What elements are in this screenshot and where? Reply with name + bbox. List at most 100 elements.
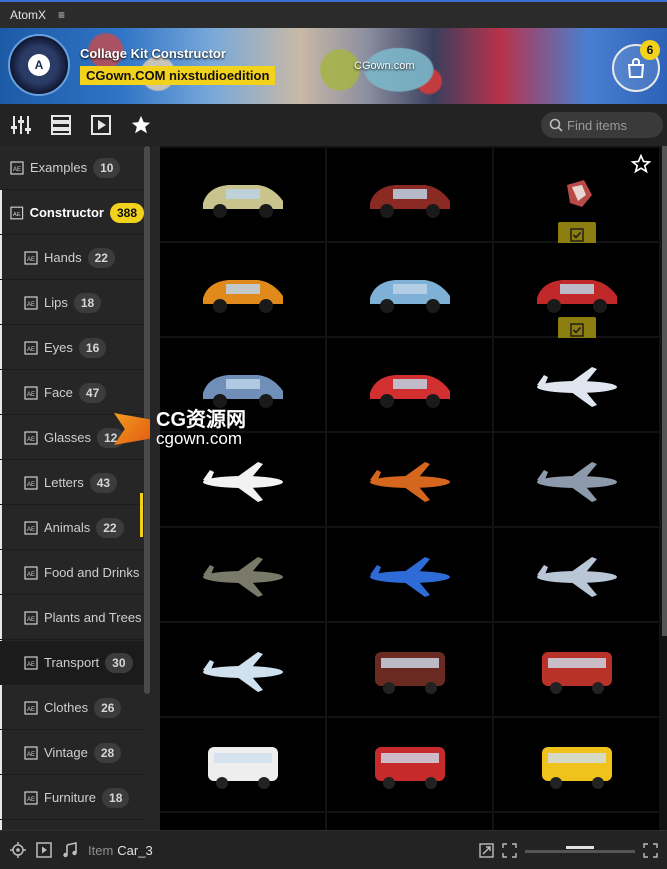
grid-item[interactable] [160, 813, 325, 830]
title-bar: AtomX ≡ [0, 0, 667, 28]
preview-play-icon[interactable] [36, 842, 52, 858]
svg-text:AE: AE [27, 617, 35, 623]
sidebar-scrollbar[interactable] [144, 146, 150, 694]
sidebar-item[interactable]: AE Glasses 12 [0, 416, 144, 460]
small-car-icon [369, 374, 450, 408]
propeller-plane-icon [202, 556, 283, 597]
sidebar-item-label: Clothes [44, 700, 89, 715]
grid-item[interactable] [494, 528, 659, 621]
svg-text:AE: AE [27, 797, 35, 803]
status-bar: Item Car_3 [0, 830, 667, 869]
small-plane-icon [202, 651, 283, 692]
airliner-icon [202, 461, 283, 502]
fullscreen-icon[interactable] [643, 843, 658, 858]
list-icon[interactable] [48, 112, 74, 138]
target-icon[interactable] [10, 842, 26, 858]
grid-item[interactable] [494, 813, 659, 830]
sedan-icon [202, 374, 283, 408]
grid-item[interactable] [494, 243, 659, 343]
grid-item[interactable] [160, 338, 325, 431]
svg-text:AE: AE [27, 257, 35, 263]
biplane-icon [369, 461, 450, 502]
fit-frame-icon[interactable] [502, 843, 517, 858]
expand-icon[interactable] [479, 843, 494, 858]
ae-file-icon: AE [24, 655, 38, 670]
sidebar-item-label: Lips [44, 295, 68, 310]
grid-item[interactable] [327, 623, 492, 716]
atomx-logo[interactable]: A [8, 34, 70, 96]
app-name: AtomX [10, 8, 47, 22]
grid-item[interactable] [327, 528, 492, 621]
sidebar-item-label: Examples [30, 160, 88, 175]
grid-item[interactable] [327, 718, 492, 811]
sidebar-item[interactable]: AE Lips 18 [0, 281, 144, 325]
sidebar-item[interactable]: AE Examples 10 [0, 146, 144, 190]
item-count-badge: 26 [94, 697, 122, 718]
svg-text:AE: AE [27, 527, 35, 533]
shopping-bag-icon [627, 58, 645, 78]
grid-item[interactable] [494, 718, 659, 811]
ae-file-icon: AE [24, 340, 38, 355]
grid-item[interactable] [494, 433, 659, 526]
svg-text:AE: AE [27, 437, 35, 443]
music-note-icon[interactable] [62, 842, 78, 858]
item-count-badge: 22 [87, 247, 115, 268]
grid-item[interactable] [160, 623, 325, 716]
sidebar-item[interactable]: AE Constructor 388 [0, 191, 144, 235]
grid-item[interactable] [494, 623, 659, 716]
item-name: Car_3 [117, 842, 153, 858]
rock-icon [566, 179, 592, 207]
sidebar-item[interactable]: AE Vintage 28 [0, 731, 144, 775]
fighter-jet-icon [536, 461, 617, 502]
svg-text:AE: AE [13, 167, 21, 173]
search-input[interactable] [567, 117, 657, 133]
sliders-icon[interactable] [8, 112, 34, 138]
pack-subtitle: CGown.COM nixstudioedition [80, 66, 276, 85]
sidebar-item[interactable]: AE Face 47 [0, 371, 144, 415]
sidebar-item[interactable]: AE Furniture 18 [0, 776, 144, 820]
sidebar-item[interactable]: AE Hands 22 [0, 236, 144, 280]
classic-car-icon [369, 279, 450, 313]
zoom-slider-thumb[interactable] [566, 846, 594, 849]
sidebar-item-label: Plants and Trees [44, 610, 142, 625]
favorite-star-icon[interactable] [631, 154, 651, 174]
sidebar-item[interactable]: AE Letters 43 [0, 461, 144, 505]
item-count-badge: 388 [109, 202, 144, 223]
item-label: Item [88, 842, 114, 858]
item-count-badge: 18 [73, 292, 102, 313]
svg-text:AE: AE [27, 302, 35, 308]
grid-item[interactable] [160, 528, 325, 621]
ae-file-icon: AE [10, 160, 24, 175]
sidebar-item[interactable]: AE Plants and Trees [0, 596, 144, 640]
svg-text:AE: AE [27, 482, 35, 488]
favorites-star-icon[interactable] [128, 112, 154, 138]
svg-text:AE: AE [13, 211, 21, 217]
grid-item[interactable] [327, 148, 492, 241]
ae-file-icon: AE [24, 610, 38, 625]
grid-scrollbar[interactable] [662, 146, 667, 636]
sidebar-item[interactable]: AE Clothes 26 [0, 686, 144, 730]
grid-item[interactable] [327, 243, 492, 336]
grid-item[interactable] [160, 148, 325, 241]
sidebar-item-label: Food and Drinks [44, 565, 140, 580]
grid-item[interactable] [327, 338, 492, 431]
grid-item[interactable] [160, 718, 325, 811]
sidebar-item[interactable]: AE Transport 30 [0, 641, 144, 685]
sidebar-item[interactable]: AE Food and Drinks [0, 551, 144, 595]
vintage-car-icon [369, 184, 450, 218]
grid-item[interactable] [160, 243, 325, 336]
sidebar-item-label: Face [44, 385, 73, 400]
locomotive-icon [374, 651, 445, 694]
grid-item[interactable] [327, 433, 492, 526]
grid-item[interactable] [494, 338, 659, 431]
school-bus-icon [541, 746, 612, 789]
zoom-slider[interactable] [525, 850, 635, 853]
sidebar-item[interactable]: AE Animals 22 [0, 506, 144, 550]
ae-file-icon: AE [24, 520, 38, 535]
grid-item[interactable] [327, 813, 492, 830]
sidebar-item[interactable]: AE Eyes 16 [0, 326, 144, 370]
play-icon[interactable] [88, 112, 114, 138]
grid-item[interactable] [160, 433, 325, 526]
search-box[interactable] [541, 112, 663, 138]
hamburger-menu-icon[interactable]: ≡ [58, 8, 65, 22]
